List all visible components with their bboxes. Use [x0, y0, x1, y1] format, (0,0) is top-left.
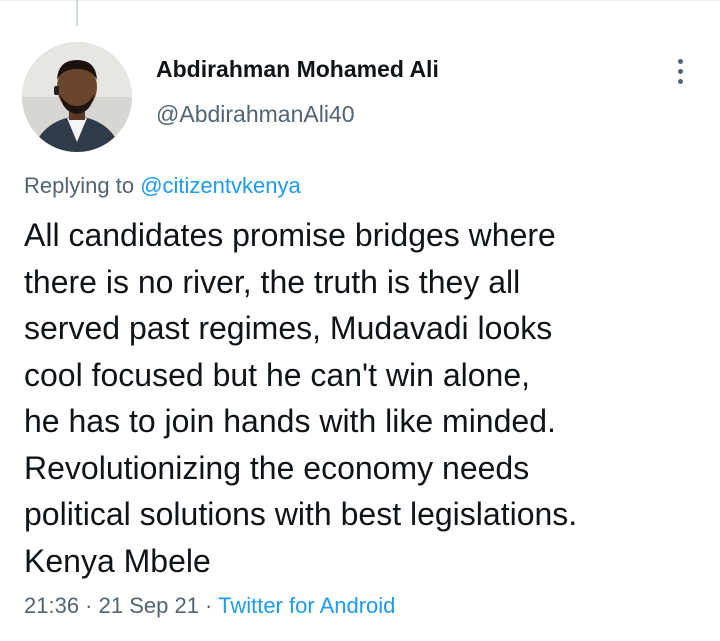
avatar-image: [22, 42, 132, 152]
author-handle[interactable]: @AbdirahmanAli40: [156, 101, 355, 128]
replying-prefix: Replying to: [24, 173, 141, 198]
tweet-text: All candidates promise bridges where the…: [24, 217, 578, 579]
tweet-date[interactable]: 21 Sep 21: [99, 593, 199, 618]
avatar[interactable]: [22, 42, 132, 152]
tweet-source-link[interactable]: Twitter for Android: [218, 593, 395, 618]
separator: ·: [198, 593, 219, 618]
author-name[interactable]: Abdirahman Mohamed Ali: [156, 56, 439, 83]
tweet-metadata: 21:36 · 21 Sep 21 · Twitter for Android: [24, 593, 395, 619]
separator: ·: [79, 593, 99, 618]
replying-to: Replying to @citizentvkenya: [24, 173, 301, 199]
top-divider: [0, 0, 720, 1]
tweet-time[interactable]: 21:36: [24, 593, 79, 618]
more-vertical-icon[interactable]: [660, 52, 700, 92]
thread-connector-line: [76, 0, 78, 26]
replying-to-mention-link[interactable]: @citizentvkenya: [140, 173, 301, 198]
